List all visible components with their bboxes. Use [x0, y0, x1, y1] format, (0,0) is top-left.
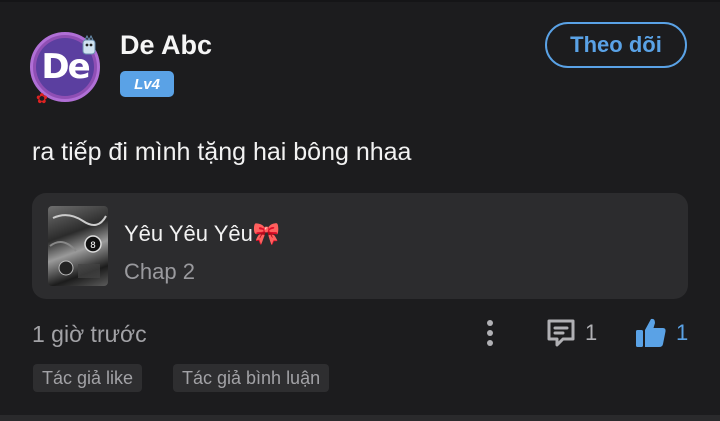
tag-author-liked: Tác giả like	[33, 364, 143, 392]
username[interactable]: De Abc	[120, 30, 212, 61]
comment-item: De ✿ De Abc Lv4 Theo dõi ra tiếp đi mình…	[0, 0, 720, 421]
comment-icon	[547, 319, 575, 347]
story-card[interactable]: 8 Yêu Yêu Yêu🎀 Chap 2	[32, 193, 688, 299]
reply-button[interactable]: 1	[545, 316, 601, 350]
like-button[interactable]: 1	[634, 315, 690, 351]
story-chapter: Chap 2	[124, 259, 195, 284]
more-vertical-icon	[487, 320, 493, 346]
avatar-sticker-icon	[82, 34, 96, 55]
more-options-button[interactable]	[479, 318, 501, 348]
thumbs-up-icon	[636, 318, 666, 347]
level-badge: Lv4	[120, 71, 174, 97]
story-cover-art: 8	[49, 214, 107, 278]
story-title: Yêu Yêu Yêu🎀	[124, 221, 281, 246]
top-divider	[0, 0, 720, 2]
bottom-divider	[0, 415, 720, 421]
comment-timestamp: 1 giờ trước	[32, 321, 147, 347]
avatar-bow-icon: ✿	[36, 90, 48, 106]
avatar[interactable]: De ✿	[30, 32, 106, 108]
story-cover-image: 8	[48, 206, 108, 286]
follow-button[interactable]: Theo dõi	[545, 22, 687, 68]
reply-count: 1	[585, 320, 598, 345]
tag-author-commented: Tác giả bình luận	[173, 364, 330, 392]
svg-text:8: 8	[90, 241, 96, 251]
comment-text: ra tiếp đi mình tặng hai bông nhaa	[32, 138, 412, 166]
like-count: 1	[676, 320, 689, 345]
